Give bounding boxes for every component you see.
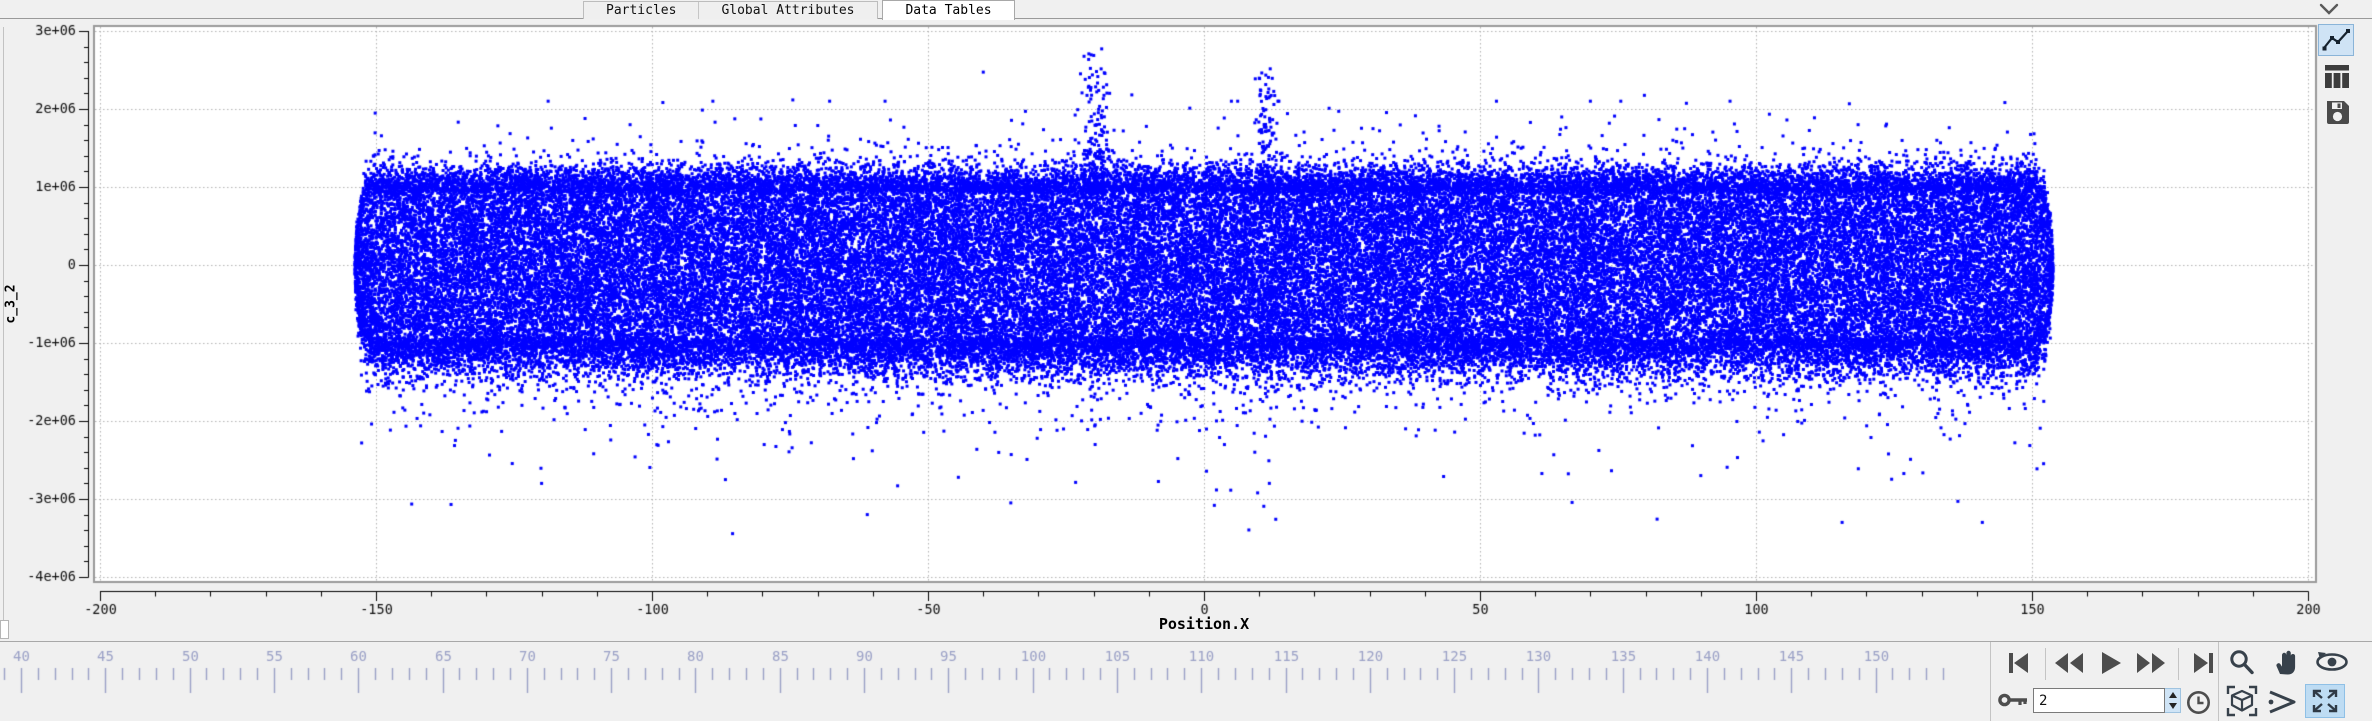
toolbar-separator (1990, 642, 1991, 721)
save-data-button[interactable] (2322, 98, 2352, 126)
frame-number-input[interactable] (2033, 688, 2165, 713)
time-button[interactable] (2183, 688, 2213, 716)
line-chart-icon (2322, 29, 2350, 51)
fast-forward-icon (2137, 653, 2165, 673)
play-icon (2102, 652, 2121, 674)
skip-to-end-icon (2194, 653, 2213, 673)
x-axis-title: Position.X (1158, 615, 1250, 633)
table-icon (2324, 64, 2349, 88)
scatter-plot-canvas[interactable] (0, 19, 2372, 641)
maximize-icon (2312, 689, 2338, 713)
y-axis-title: c_3_2 (3, 284, 19, 324)
tab-bar: Particles Global Attributes Data Tables (0, 0, 2372, 20)
skip-to-end-button[interactable] (2186, 648, 2220, 678)
line-chart-view-button[interactable] (2318, 24, 2354, 56)
table-view-button[interactable] (2322, 62, 2352, 90)
frame-spinbox (2033, 688, 2181, 713)
key-icon (1998, 693, 2027, 706)
camera-direction-button[interactable] (2264, 687, 2300, 717)
tab-group: Particles Global Attributes (583, 1, 878, 19)
play-button[interactable] (2094, 648, 2128, 678)
orbit-button[interactable] (2312, 647, 2352, 677)
spinner-arrows (2165, 688, 2181, 713)
spin-down-button[interactable] (2165, 701, 2180, 713)
rewind-icon (2055, 653, 2083, 673)
toolbar-separator (2045, 648, 2046, 680)
spin-down-icon (2168, 703, 2177, 710)
orbit-eye-icon (2316, 652, 2348, 671)
skip-to-start-icon (2009, 653, 2028, 673)
tab-global-attributes[interactable]: Global Attributes (698, 2, 876, 19)
spin-up-icon (2168, 691, 2177, 698)
data-tables-view: { "tabs": { "items": [ { "label": "Parti… (0, 0, 2372, 721)
magnifier-icon (2230, 649, 2254, 674)
timeline-ruler[interactable] (0, 641, 1990, 721)
spin-up-button[interactable] (2165, 689, 2180, 701)
camera-direction-icon (2268, 690, 2296, 714)
maximize-button[interactable] (2305, 684, 2345, 718)
tab-particles[interactable]: Particles (584, 2, 698, 19)
scrollbar-corner (0, 620, 9, 639)
skip-to-start-button[interactable] (2002, 648, 2036, 678)
pan-button[interactable] (2268, 647, 2302, 677)
clock-icon (2186, 690, 2210, 714)
tab-data-tables[interactable]: Data Tables (882, 0, 1015, 20)
cube-fit-icon (2226, 685, 2258, 717)
zoom-button[interactable] (2226, 647, 2258, 677)
fit-view-button[interactable] (2224, 685, 2260, 717)
previous-frame-button[interactable] (2052, 648, 2086, 678)
hand-icon (2275, 650, 2295, 675)
next-frame-button[interactable] (2134, 648, 2168, 678)
key-frame-icon (1997, 687, 2029, 713)
toolbar-separator (2178, 648, 2179, 680)
chevron-down-icon[interactable] (2318, 3, 2340, 16)
save-icon (2326, 100, 2349, 124)
